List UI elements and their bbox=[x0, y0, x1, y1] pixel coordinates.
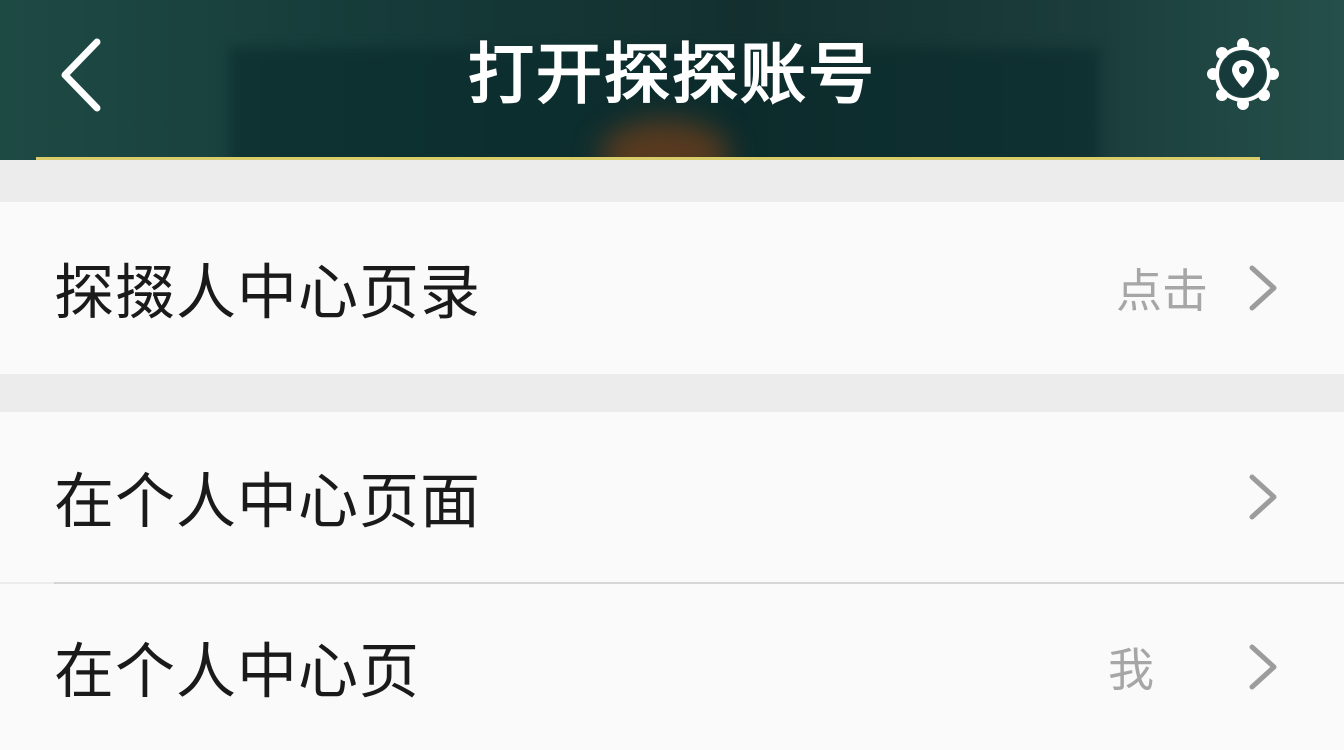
list-item[interactable]: 在个人中心页面 bbox=[0, 412, 1344, 582]
list-item-label: 在个人中心页 bbox=[54, 637, 420, 708]
list-item-label: 探掇人中心页录 bbox=[54, 258, 481, 329]
screen: 打开探探账号 探掇人中心页录 点击 在个人中心页面 在个人中心页 我 bbox=[0, 0, 1344, 750]
list-item[interactable]: 在个人中心页 我 bbox=[0, 584, 1344, 750]
settings-button[interactable] bbox=[1196, 32, 1290, 116]
list-item[interactable]: 探掇人中心页录 点击 bbox=[0, 202, 1344, 374]
gear-location-icon bbox=[1207, 38, 1279, 110]
list-item-value: 我 bbox=[1108, 643, 1154, 697]
list-item-label: 在个人中心页面 bbox=[54, 467, 481, 538]
top-bar: 打开探探账号 bbox=[0, 0, 1344, 160]
chevron-right-icon bbox=[1249, 644, 1277, 690]
page-title: 打开探探账号 bbox=[468, 36, 876, 113]
list-item-value: 点击 bbox=[1116, 264, 1208, 318]
header-underline bbox=[36, 157, 1260, 160]
chevron-right-icon bbox=[1249, 474, 1277, 520]
chevron-right-icon bbox=[1249, 265, 1277, 311]
